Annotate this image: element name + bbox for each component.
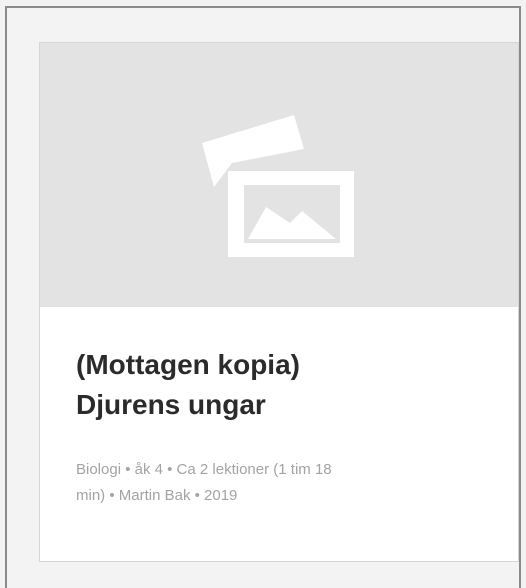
card-meta-line2: min) • Martin Bak • 2019 bbox=[76, 487, 238, 504]
image-placeholder-icon bbox=[202, 115, 354, 257]
card-meta-line1: Biologi • åk 4 • Ca 2 lektioner (1 tim 1… bbox=[76, 461, 332, 478]
content-frame: (Mottagen kopia) Djurens ungar Biologi •… bbox=[5, 6, 521, 588]
card-meta: Biologi • åk 4 • Ca 2 lektioner (1 tim 1… bbox=[76, 457, 496, 509]
card-thumbnail bbox=[40, 43, 518, 307]
card-title-line2: Djurens ungar bbox=[76, 389, 266, 420]
lesson-card[interactable]: (Mottagen kopia) Djurens ungar Biologi •… bbox=[39, 42, 519, 562]
card-title[interactable]: (Mottagen kopia) Djurens ungar bbox=[76, 345, 496, 425]
card-title-line1: (Mottagen kopia) bbox=[76, 349, 300, 380]
